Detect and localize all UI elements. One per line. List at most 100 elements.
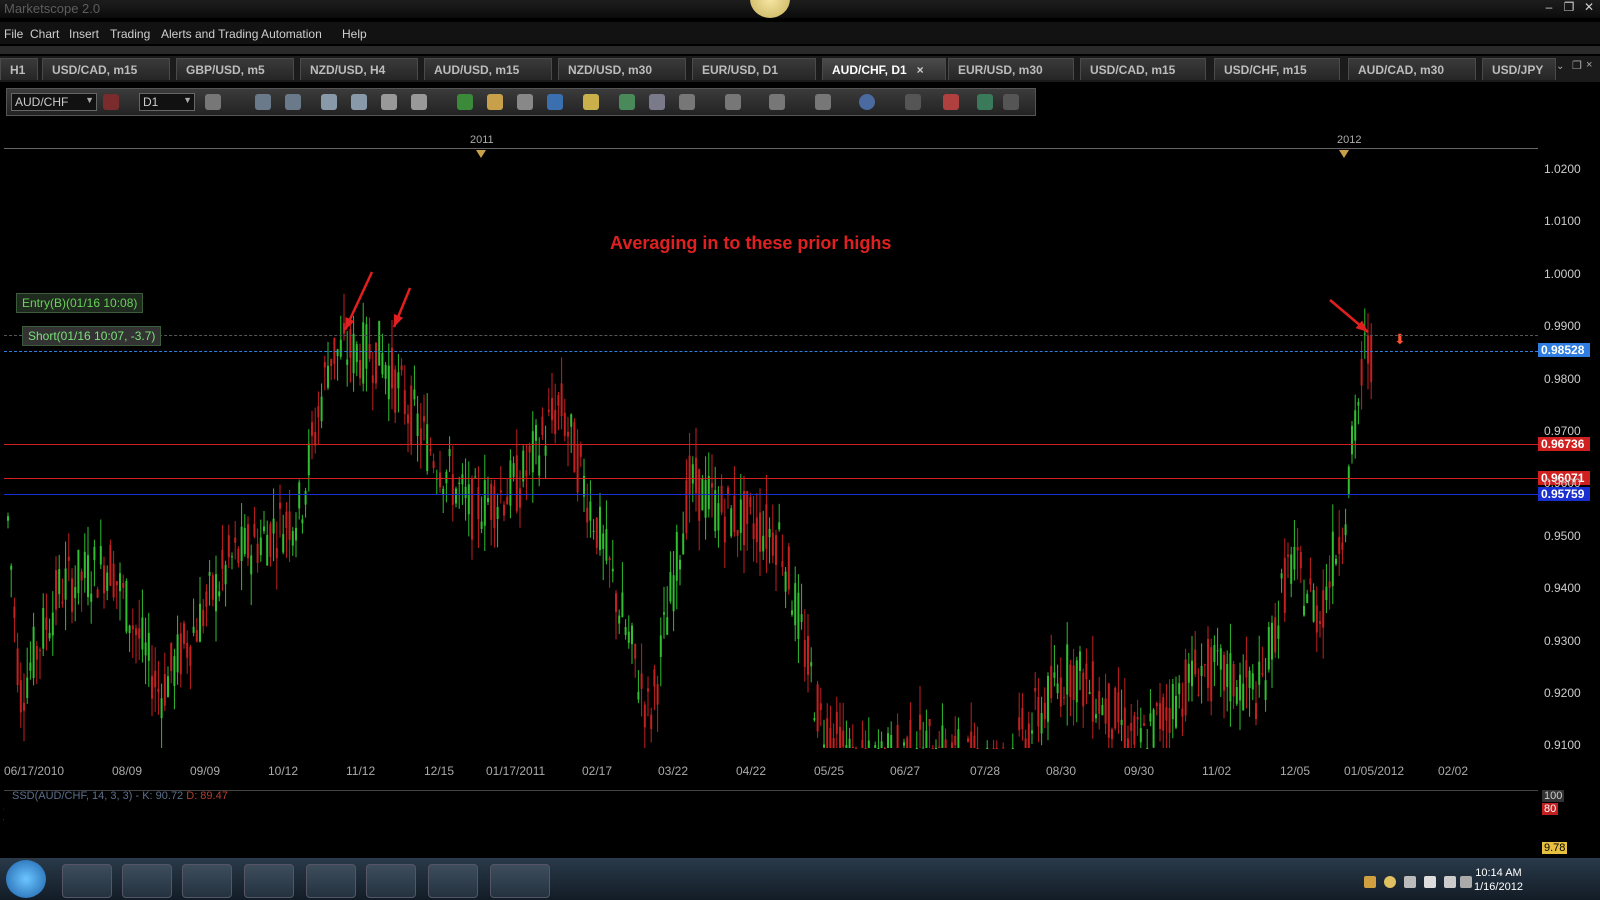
candle-body xyxy=(400,365,403,371)
candle-body xyxy=(1338,536,1341,554)
internet-explorer-icon[interactable] xyxy=(62,864,112,898)
candle-body xyxy=(160,698,163,719)
red-app-icon[interactable] xyxy=(428,864,478,898)
network-icon[interactable] xyxy=(1404,876,1416,888)
candle-body xyxy=(1098,691,1101,714)
candle-body xyxy=(666,617,669,635)
candle-body xyxy=(1312,590,1315,622)
candle-body xyxy=(458,482,461,485)
entry-line[interactable] xyxy=(4,335,1538,337)
candle-body xyxy=(672,575,675,612)
candle-body xyxy=(743,491,745,545)
candle-body xyxy=(1082,672,1085,707)
marketscope-taskbar-icon[interactable] xyxy=(490,864,550,898)
candle-body xyxy=(1027,723,1030,748)
candle-body xyxy=(791,610,793,615)
oscillator-panel[interactable] xyxy=(4,790,1538,853)
candle-body xyxy=(394,369,397,413)
tray-app-icon[interactable] xyxy=(1364,876,1376,888)
candle-body xyxy=(131,625,134,630)
candle-body xyxy=(323,362,326,368)
candle-body xyxy=(637,691,640,700)
candle-body xyxy=(919,714,921,730)
candle-body xyxy=(570,414,573,427)
candle-body xyxy=(464,486,467,498)
candle-body xyxy=(55,570,57,610)
candle-body xyxy=(1296,547,1299,551)
price-tick-label: 0.9300 xyxy=(1544,633,1581,648)
candle-body xyxy=(115,581,118,586)
level-line-navy[interactable] xyxy=(4,494,1538,495)
candle-body xyxy=(1069,664,1072,698)
candle-body xyxy=(493,486,496,529)
candle-body xyxy=(800,614,803,622)
candle-body xyxy=(563,412,566,436)
candle-body xyxy=(39,649,41,651)
hand-app-icon[interactable] xyxy=(244,864,294,898)
candle-body xyxy=(208,572,211,576)
candle-body xyxy=(883,748,886,749)
candle-body xyxy=(467,484,470,515)
level-line-red-1[interactable] xyxy=(4,444,1538,445)
candle-body xyxy=(986,748,989,749)
candle-body xyxy=(320,396,323,422)
price-tick-label: 0.9700 xyxy=(1544,424,1581,438)
candle-body xyxy=(608,557,611,561)
candle-body xyxy=(1031,730,1033,734)
price-tick-label: 0.9500 xyxy=(1544,528,1581,543)
candle-body xyxy=(640,673,643,689)
candle-body xyxy=(1104,698,1107,724)
short-position-label[interactable]: Short(01/16 10:07, -3.7) xyxy=(22,326,162,346)
volume-icon[interactable] xyxy=(1460,876,1472,888)
candle-body xyxy=(1178,683,1181,695)
price-tick-label: 1.0200 xyxy=(1544,162,1581,176)
file-explorer-icon[interactable] xyxy=(122,864,172,898)
candle-body xyxy=(359,359,361,379)
candle-body xyxy=(928,719,931,727)
candle-body xyxy=(679,559,681,570)
level-line-blue[interactable] xyxy=(4,351,1538,353)
candle-body xyxy=(829,727,832,748)
candle-body xyxy=(522,450,525,482)
power-icon[interactable] xyxy=(1444,876,1456,888)
tray-sun-icon[interactable] xyxy=(1384,876,1396,888)
system-clock[interactable]: 10:14 AM 1/16/2012 xyxy=(1474,866,1523,894)
candle-body xyxy=(1226,664,1229,687)
candle-body xyxy=(461,474,464,485)
candle-body xyxy=(1239,674,1241,701)
media-player-icon[interactable] xyxy=(182,864,232,898)
level-badge: 0.98528 xyxy=(1538,343,1590,357)
candle-body xyxy=(906,737,909,748)
candle-body xyxy=(355,344,358,363)
candle-body xyxy=(1331,531,1334,587)
candle-body xyxy=(381,352,384,375)
level-line-red-2[interactable] xyxy=(4,478,1538,479)
skype-icon[interactable] xyxy=(306,864,356,898)
candle-body xyxy=(1290,554,1293,584)
candle-body xyxy=(199,603,201,642)
candle-body xyxy=(1216,650,1219,652)
candle-body xyxy=(1280,573,1283,579)
candle-body xyxy=(659,635,662,657)
flag-icon[interactable] xyxy=(1424,876,1436,888)
candle-body xyxy=(1210,647,1213,702)
candle-body xyxy=(855,747,857,749)
candle-body xyxy=(519,488,521,508)
candle-body xyxy=(874,745,877,748)
candle-body xyxy=(93,546,96,561)
candle-body xyxy=(151,675,153,699)
candle-body xyxy=(768,528,771,538)
candle-body xyxy=(58,569,61,595)
candle-body xyxy=(1264,680,1267,700)
candle-body xyxy=(547,409,550,412)
candle-body xyxy=(1139,728,1142,743)
windows-start-icon[interactable] xyxy=(6,860,46,898)
zip-app-icon[interactable] xyxy=(366,864,416,898)
candle-body xyxy=(506,496,509,505)
candle-body xyxy=(490,483,493,520)
candle-body xyxy=(618,615,621,624)
candle-body xyxy=(887,733,889,748)
entry-order-label[interactable]: Entry(B)(01/16 10:08) xyxy=(16,293,144,313)
candle-body xyxy=(375,342,377,384)
candle-body xyxy=(653,669,656,687)
